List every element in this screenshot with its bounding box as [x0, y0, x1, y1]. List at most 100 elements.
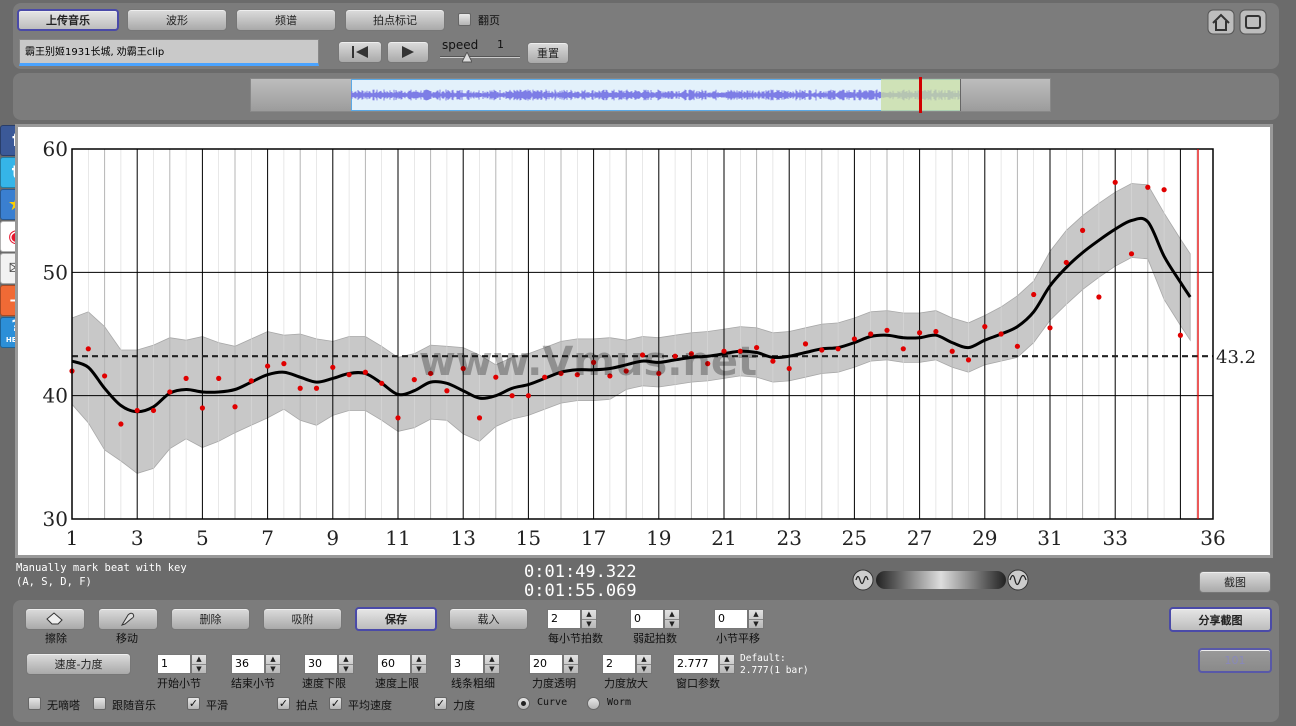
pickup-beats-down[interactable]: ▼	[665, 619, 679, 629]
waveform-overview[interactable]	[250, 77, 1051, 113]
home-icon[interactable]	[1207, 9, 1235, 35]
speed-slider[interactable]	[440, 52, 520, 64]
speed-max-down[interactable]: ▼	[412, 664, 426, 674]
speed-dynamics-button[interactable]: 速度-力度	[26, 653, 131, 675]
line-width-up[interactable]: ▲	[485, 655, 499, 664]
start-bar-value[interactable]: 1	[157, 654, 191, 674]
line-width-stepper[interactable]: 3 ▲ ▼	[450, 654, 500, 674]
smooth-checkbox[interactable]: ✓	[187, 697, 200, 710]
line-width-down[interactable]: ▼	[485, 664, 499, 674]
beat-mark-button[interactable]: 拍点标记	[345, 9, 445, 31]
beat-point	[1128, 251, 1135, 257]
waveform-large-icon[interactable]	[1007, 569, 1029, 591]
spectrum-button[interactable]: 频谱	[236, 9, 336, 31]
snap-button[interactable]: 吸附	[263, 608, 342, 630]
volume-slider[interactable]	[876, 571, 1006, 589]
rewind-button[interactable]	[338, 41, 382, 63]
slider-thumb[interactable]	[462, 52, 472, 64]
speed-max-stepper[interactable]: 60 ▲ ▼	[377, 654, 427, 674]
speed-max-value[interactable]: 60	[377, 654, 411, 674]
tempo-chart[interactable]: 43.2 1 3 5 7 9 11 13 15 17 19 21 23 25 27 29 31 33 363040…	[18, 127, 1270, 555]
volume-control[interactable]	[852, 569, 1032, 591]
speed-max-up[interactable]: ▲	[412, 655, 426, 664]
beat-points-checkbox[interactable]: ✓	[277, 697, 290, 710]
beats-per-bar-value[interactable]: 2	[547, 609, 581, 629]
chart-area[interactable]: 43.2 1 3 5 7 9 11 13 15 17 19 21 23 25 27 29 31 33 36 30 40…	[15, 124, 1273, 558]
reset-button[interactable]: 重置	[527, 42, 569, 64]
curve-radio[interactable]	[517, 697, 530, 710]
dynamics-checkbox[interactable]: ✓	[434, 697, 447, 710]
bar-shift-down[interactable]: ▼	[749, 619, 763, 629]
window-param-up[interactable]: ▲	[720, 655, 734, 664]
beat-point	[444, 388, 450, 394]
x-tick-label: 5	[196, 526, 209, 550]
average-speed-checkbox[interactable]: ✓	[329, 697, 342, 710]
move-button[interactable]	[98, 608, 158, 630]
save-button[interactable]: 保存	[355, 607, 437, 631]
pickup-beats-stepper[interactable]: 0 ▲ ▼	[630, 609, 680, 629]
start-bar-down[interactable]: ▼	[192, 664, 206, 674]
end-bar-stepper[interactable]: 36 ▲ ▼	[231, 654, 281, 674]
end-bar-down[interactable]: ▼	[266, 664, 280, 674]
bar-shift-value[interactable]: 0	[714, 609, 748, 629]
dynamics-opacity-value[interactable]: 20	[529, 654, 563, 674]
y-tick-label: 60	[43, 137, 68, 161]
window-icon[interactable]	[1239, 9, 1267, 35]
speed-min-value[interactable]: 30	[304, 654, 338, 674]
dynamics-opacity-down[interactable]: ▼	[564, 664, 578, 674]
dynamics-scale-up[interactable]: ▲	[637, 655, 651, 664]
screenshot-button[interactable]: 截图	[1199, 571, 1271, 593]
x-tick-label: 13	[450, 526, 475, 550]
waveform-button[interactable]: 波形	[127, 9, 227, 31]
worm-radio[interactable]	[587, 697, 600, 710]
dynamics-scale-value[interactable]: 2	[602, 654, 636, 674]
dynamics-opacity-stepper[interactable]: 20 ▲ ▼	[529, 654, 579, 674]
speed-min-down[interactable]: ▼	[339, 664, 353, 674]
play-button[interactable]	[387, 41, 429, 63]
window-param-value[interactable]: 2.777	[673, 654, 719, 674]
end-bar-value[interactable]: 36	[231, 654, 265, 674]
upload-music-button[interactable]: 上传音乐	[17, 9, 119, 31]
line-width-value[interactable]: 3	[450, 654, 484, 674]
erase-button[interactable]	[25, 608, 85, 630]
beat-point	[395, 415, 401, 421]
share-screenshot-button[interactable]: 分享截图	[1169, 607, 1272, 632]
beats-per-bar-up[interactable]: ▲	[582, 610, 596, 619]
start-bar-up[interactable]: ▲	[192, 655, 206, 664]
pickup-beats-up[interactable]: ▲	[665, 610, 679, 619]
dynamics-opacity-up[interactable]: ▲	[564, 655, 578, 664]
beat-point	[379, 380, 385, 386]
speed-value: 1	[497, 38, 504, 51]
window-param-stepper[interactable]: 2.777 ▲ ▼	[673, 654, 735, 674]
x-tick-label: 29	[972, 526, 997, 550]
no-tick-checkbox[interactable]	[28, 697, 41, 710]
beat-point	[297, 385, 303, 391]
delete-button[interactable]: 删除	[171, 608, 250, 630]
beats-per-bar-stepper[interactable]: 2 ▲ ▼	[547, 609, 597, 629]
dynamics-opacity-label: 力度透明	[532, 677, 576, 690]
pickup-beats-value[interactable]: 0	[630, 609, 664, 629]
window-param-down[interactable]: ▼	[720, 664, 734, 674]
speed-min-stepper[interactable]: 30 ▲ ▼	[304, 654, 354, 674]
bar-shift-up[interactable]: ▲	[749, 610, 763, 619]
follow-music-checkbox[interactable]	[93, 697, 106, 710]
load-button[interactable]: 载入	[449, 608, 528, 630]
x-tick-label: 21	[711, 526, 736, 550]
dynamics-scale-stepper[interactable]: 2 ▲ ▼	[602, 654, 652, 674]
dynamics-scale-label: 力度放大	[604, 677, 648, 690]
dynamics-scale-down[interactable]: ▼	[637, 664, 651, 674]
default-label-1: Default:	[740, 653, 786, 664]
x-tick-label: 3	[131, 526, 144, 550]
flip-page-checkbox[interactable]	[458, 13, 471, 26]
beat-point	[802, 341, 809, 347]
x-tick-label: 19	[646, 526, 671, 550]
speed-min-up[interactable]: ▲	[339, 655, 353, 664]
bar-shift-stepper[interactable]: 0 ▲ ▼	[714, 609, 764, 629]
track-title-field[interactable]: 霸王别姬1931长城, 劝霸王clip	[19, 39, 319, 66]
beats-per-bar-down[interactable]: ▼	[582, 619, 596, 629]
start-bar-stepper[interactable]: 1 ▲ ▼	[157, 654, 207, 674]
beat-point	[199, 405, 205, 411]
end-bar-up[interactable]: ▲	[266, 655, 280, 664]
flip-page-label: 翻页	[478, 14, 500, 27]
playhead-marker[interactable]	[919, 77, 922, 113]
